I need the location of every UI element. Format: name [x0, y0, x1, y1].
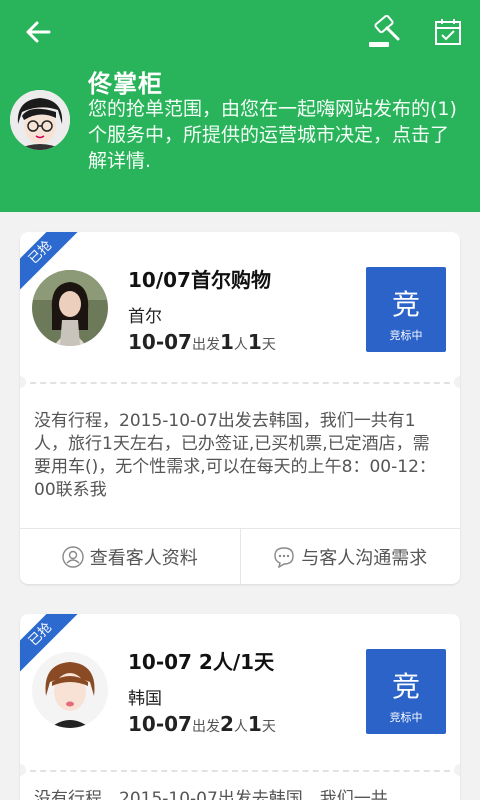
- people-count: 1: [219, 330, 234, 354]
- chat-customer-label: 与客人沟通需求: [301, 547, 428, 569]
- scope-info-link[interactable]: 您的抢单范围，由您在一起嗨网站发布的(1)个服务中，所提供的运营城市决定，点击了…: [88, 96, 464, 174]
- trip-date: 10-07: [128, 712, 192, 736]
- trip-destination: 首尔: [128, 307, 162, 327]
- card-notch: [454, 764, 460, 776]
- day-count: 1: [247, 330, 262, 354]
- card-notch: [20, 764, 26, 776]
- view-customer-profile-label: 查看客人资料: [89, 547, 198, 569]
- bid-button[interactable]: 竞 竞标中: [366, 267, 446, 352]
- people-count: 2: [219, 712, 234, 736]
- calendar-button[interactable]: [428, 12, 468, 52]
- trip-destination: 韩国: [128, 689, 162, 709]
- profile-avatar-image: [10, 90, 70, 150]
- customer-avatar-image: [32, 270, 108, 346]
- card-notch: [20, 376, 26, 388]
- bid-status: 竞标中: [389, 711, 423, 724]
- bid-button[interactable]: 竞 竞标中: [366, 649, 446, 734]
- trip-meta: 10-07出发1人1天: [128, 330, 276, 354]
- view-customer-profile-button[interactable]: 查看客人资料: [20, 529, 240, 584]
- bid-char: 竞: [391, 670, 420, 703]
- trip-date: 10-07: [128, 330, 192, 354]
- people-unit: 人: [233, 719, 248, 735]
- bid-button[interactable]: [364, 12, 404, 52]
- trip-description: 没有行程，2015-10-07出发去韩国，我们一共: [34, 789, 388, 800]
- customer-avatar[interactable]: [32, 270, 108, 346]
- gavel-icon: [369, 15, 400, 47]
- profile-name: 佟掌柜: [88, 70, 163, 98]
- back-arrow-icon: [26, 21, 51, 43]
- chat-customer-button[interactable]: 与客人沟通需求: [239, 529, 461, 584]
- day-unit: 天: [261, 337, 276, 353]
- trip-meta: 10-07出发2人1天: [128, 712, 276, 736]
- people-unit: 人: [233, 337, 248, 353]
- divider: [20, 770, 460, 772]
- card-notch: [454, 376, 460, 388]
- day-count: 1: [247, 712, 262, 736]
- bid-status: 竞标中: [389, 329, 423, 342]
- depart-label: 出发: [191, 337, 220, 353]
- divider: [20, 382, 460, 384]
- customer-avatar-image: [32, 652, 108, 728]
- top-header: 佟掌柜 您的抢单范围，由您在一起嗨网站发布的(1)个服务中，所提供的运营城市决定…: [0, 0, 480, 212]
- trip-card[interactable]: 已抢 10/07首尔购物 首尔 10-07出发1人1天 竞 竞标中 没有行程，2…: [20, 232, 460, 584]
- trip-description: 没有行程，2015-10-07出发去韩国，我们一共有1人，旅行1天左右，已办签证…: [34, 411, 436, 500]
- day-unit: 天: [261, 719, 276, 735]
- customer-avatar[interactable]: [32, 652, 108, 728]
- user-icon: [62, 545, 84, 568]
- bid-char: 竞: [391, 288, 420, 321]
- back-button[interactable]: [18, 14, 58, 50]
- depart-label: 出发: [191, 719, 220, 735]
- card-actions: 查看客人资料 与客人沟通需求: [20, 528, 460, 584]
- chat-bubble-icon: [274, 546, 294, 568]
- trip-card[interactable]: 已抢 10-07 2人/1天 韩国 10-07出发2人1天 竞 竞标中 没有行程…: [20, 614, 460, 800]
- profile-avatar[interactable]: [10, 90, 70, 150]
- calendar-check-icon: [435, 19, 461, 45]
- trip-title: 10-07 2人/1天: [128, 650, 275, 674]
- trip-title: 10/07首尔购物: [128, 268, 271, 292]
